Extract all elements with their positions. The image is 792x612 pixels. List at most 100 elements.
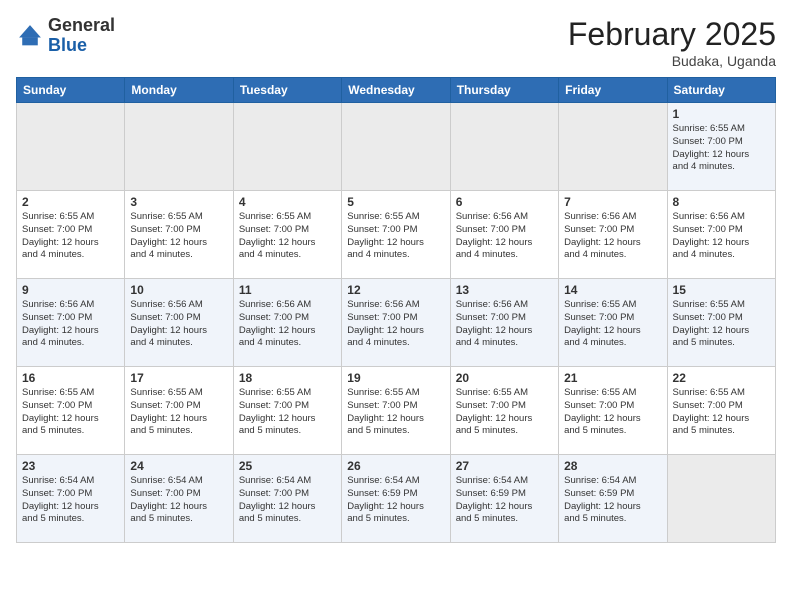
day-info: Sunrise: 6:56 AM Sunset: 7:00 PM Dayligh… (456, 211, 553, 262)
calendar-cell (125, 103, 233, 191)
calendar-cell: 27 Sunrise: 6:54 AM Sunset: 6:59 PM Dayli… (450, 455, 558, 543)
day-number: 11 (239, 283, 336, 297)
day-info: Sunrise: 6:55 AM Sunset: 7:00 PM Dayligh… (22, 387, 119, 438)
day-info: Sunrise: 6:55 AM Sunset: 7:00 PM Dayligh… (673, 299, 770, 350)
day-info: Sunrise: 6:56 AM Sunset: 7:00 PM Dayligh… (673, 211, 770, 262)
day-number: 6 (456, 195, 553, 209)
day-number: 25 (239, 459, 336, 473)
calendar-cell (342, 103, 450, 191)
day-number: 9 (22, 283, 119, 297)
day-info: Sunrise: 6:56 AM Sunset: 7:00 PM Dayligh… (456, 299, 553, 350)
logo-text: General Blue (48, 16, 115, 56)
day-number: 12 (347, 283, 444, 297)
day-number: 8 (673, 195, 770, 209)
day-number: 3 (130, 195, 227, 209)
calendar-cell: 10 Sunrise: 6:56 AM Sunset: 7:00 PM Dayli… (125, 279, 233, 367)
calendar-week-row: 23Sunrise: 6:54 AM Sunset: 7:00 PM Dayli… (17, 455, 776, 543)
day-number: 17 (130, 371, 227, 385)
calendar-subtitle: Budaka, Uganda (568, 53, 776, 69)
day-number: 10 (130, 283, 227, 297)
calendar-cell: 21 Sunrise: 6:55 AM Sunset: 7:00 PM Dayli… (559, 367, 667, 455)
calendar-cell: 14 Sunrise: 6:55 AM Sunset: 7:00 PM Dayli… (559, 279, 667, 367)
day-info: Sunrise: 6:56 AM Sunset: 7:00 PM Dayligh… (239, 299, 336, 350)
calendar-cell: 17Sunrise: 6:55 AM Sunset: 7:00 PM Dayli… (125, 367, 233, 455)
calendar-cell: 16 Sunrise: 6:55 AM Sunset: 7:00 PM Dayli… (17, 367, 125, 455)
weekday-header: Friday (559, 78, 667, 103)
day-number: 1 (673, 107, 770, 121)
calendar-cell: 19Sunrise: 6:55 AM Sunset: 7:00 PM Dayli… (342, 367, 450, 455)
day-info: Sunrise: 6:55 AM Sunset: 7:00 PM Dayligh… (239, 387, 336, 438)
title-block: February 2025 Budaka, Uganda (568, 16, 776, 69)
day-number: 18 (239, 371, 336, 385)
calendar-cell (233, 103, 341, 191)
calendar-cell: 23Sunrise: 6:54 AM Sunset: 7:00 PM Dayli… (17, 455, 125, 543)
logo-icon (16, 22, 44, 50)
logo-general: General (48, 15, 115, 35)
calendar-cell: 15 Sunrise: 6:55 AM Sunset: 7:00 PM Dayli… (667, 279, 775, 367)
day-number: 20 (456, 371, 553, 385)
weekday-header: Monday (125, 78, 233, 103)
calendar-cell: 2 Sunrise: 6:55 AM Sunset: 7:00 PM Daylig… (17, 191, 125, 279)
day-number: 24 (130, 459, 227, 473)
day-info: Sunrise: 6:55 AM Sunset: 7:00 PM Dayligh… (673, 123, 770, 174)
day-number: 19 (347, 371, 444, 385)
day-number: 28 (564, 459, 661, 473)
calendar-cell: 9 Sunrise: 6:56 AM Sunset: 7:00 PM Daylig… (17, 279, 125, 367)
calendar-cell: 8 Sunrise: 6:56 AM Sunset: 7:00 PM Daylig… (667, 191, 775, 279)
day-info: Sunrise: 6:55 AM Sunset: 7:00 PM Dayligh… (456, 387, 553, 438)
calendar-cell: 18 Sunrise: 6:55 AM Sunset: 7:00 PM Dayli… (233, 367, 341, 455)
calendar-cell: 4Sunrise: 6:55 AM Sunset: 7:00 PM Daylig… (233, 191, 341, 279)
calendar-cell: 7 Sunrise: 6:56 AM Sunset: 7:00 PM Daylig… (559, 191, 667, 279)
day-number: 15 (673, 283, 770, 297)
weekday-header: Sunday (17, 78, 125, 103)
day-number: 2 (22, 195, 119, 209)
day-number: 16 (22, 371, 119, 385)
day-info: Sunrise: 6:54 AM Sunset: 6:59 PM Dayligh… (347, 475, 444, 526)
day-info: Sunrise: 6:55 AM Sunset: 7:00 PM Dayligh… (564, 387, 661, 438)
calendar-title: February 2025 (568, 16, 776, 53)
calendar-table: SundayMondayTuesdayWednesdayThursdayFrid… (16, 77, 776, 543)
day-info: Sunrise: 6:54 AM Sunset: 7:00 PM Dayligh… (239, 475, 336, 526)
calendar-cell (559, 103, 667, 191)
day-number: 26 (347, 459, 444, 473)
day-info: Sunrise: 6:56 AM Sunset: 7:00 PM Dayligh… (347, 299, 444, 350)
calendar-cell: 12 Sunrise: 6:56 AM Sunset: 7:00 PM Dayli… (342, 279, 450, 367)
day-number: 14 (564, 283, 661, 297)
day-info: Sunrise: 6:55 AM Sunset: 7:00 PM Dayligh… (564, 299, 661, 350)
calendar-cell (667, 455, 775, 543)
logo: General Blue (16, 16, 115, 56)
day-info: Sunrise: 6:55 AM Sunset: 7:00 PM Dayligh… (22, 211, 119, 262)
calendar-cell: 5 Sunrise: 6:55 AM Sunset: 7:00 PM Daylig… (342, 191, 450, 279)
page-header: General Blue February 2025 Budaka, Ugand… (16, 16, 776, 69)
calendar-cell: 13 Sunrise: 6:56 AM Sunset: 7:00 PM Dayli… (450, 279, 558, 367)
calendar-cell: 1 Sunrise: 6:55 AM Sunset: 7:00 PM Daylig… (667, 103, 775, 191)
day-info: Sunrise: 6:54 AM Sunset: 6:59 PM Dayligh… (564, 475, 661, 526)
day-number: 13 (456, 283, 553, 297)
weekday-header: Saturday (667, 78, 775, 103)
day-number: 21 (564, 371, 661, 385)
day-info: Sunrise: 6:55 AM Sunset: 7:00 PM Dayligh… (347, 211, 444, 262)
day-info: Sunrise: 6:54 AM Sunset: 6:59 PM Dayligh… (456, 475, 553, 526)
calendar-week-row: 1 Sunrise: 6:55 AM Sunset: 7:00 PM Daylig… (17, 103, 776, 191)
calendar-cell (450, 103, 558, 191)
day-number: 5 (347, 195, 444, 209)
day-number: 27 (456, 459, 553, 473)
day-number: 22 (673, 371, 770, 385)
calendar-cell: 25 Sunrise: 6:54 AM Sunset: 7:00 PM Dayli… (233, 455, 341, 543)
weekday-header: Tuesday (233, 78, 341, 103)
weekday-header: Wednesday (342, 78, 450, 103)
calendar-cell: 20 Sunrise: 6:55 AM Sunset: 7:00 PM Dayli… (450, 367, 558, 455)
calendar-cell: 28 Sunrise: 6:54 AM Sunset: 6:59 PM Dayli… (559, 455, 667, 543)
day-info: Sunrise: 6:56 AM Sunset: 7:00 PM Dayligh… (130, 299, 227, 350)
calendar-cell: 6 Sunrise: 6:56 AM Sunset: 7:00 PM Daylig… (450, 191, 558, 279)
day-info: Sunrise: 6:56 AM Sunset: 7:00 PM Dayligh… (22, 299, 119, 350)
day-number: 7 (564, 195, 661, 209)
day-info: Sunrise: 6:55 AM Sunset: 7:00 PM Dayligh… (673, 387, 770, 438)
day-info: Sunrise: 6:54 AM Sunset: 7:00 PM Dayligh… (22, 475, 119, 526)
day-info: Sunrise: 6:55 AM Sunset: 7:00 PM Dayligh… (239, 211, 336, 262)
calendar-cell: 3Sunrise: 6:55 AM Sunset: 7:00 PM Daylig… (125, 191, 233, 279)
day-info: Sunrise: 6:56 AM Sunset: 7:00 PM Dayligh… (564, 211, 661, 262)
calendar-week-row: 2 Sunrise: 6:55 AM Sunset: 7:00 PM Daylig… (17, 191, 776, 279)
calendar-cell: 11 Sunrise: 6:56 AM Sunset: 7:00 PM Dayli… (233, 279, 341, 367)
weekday-header: Thursday (450, 78, 558, 103)
